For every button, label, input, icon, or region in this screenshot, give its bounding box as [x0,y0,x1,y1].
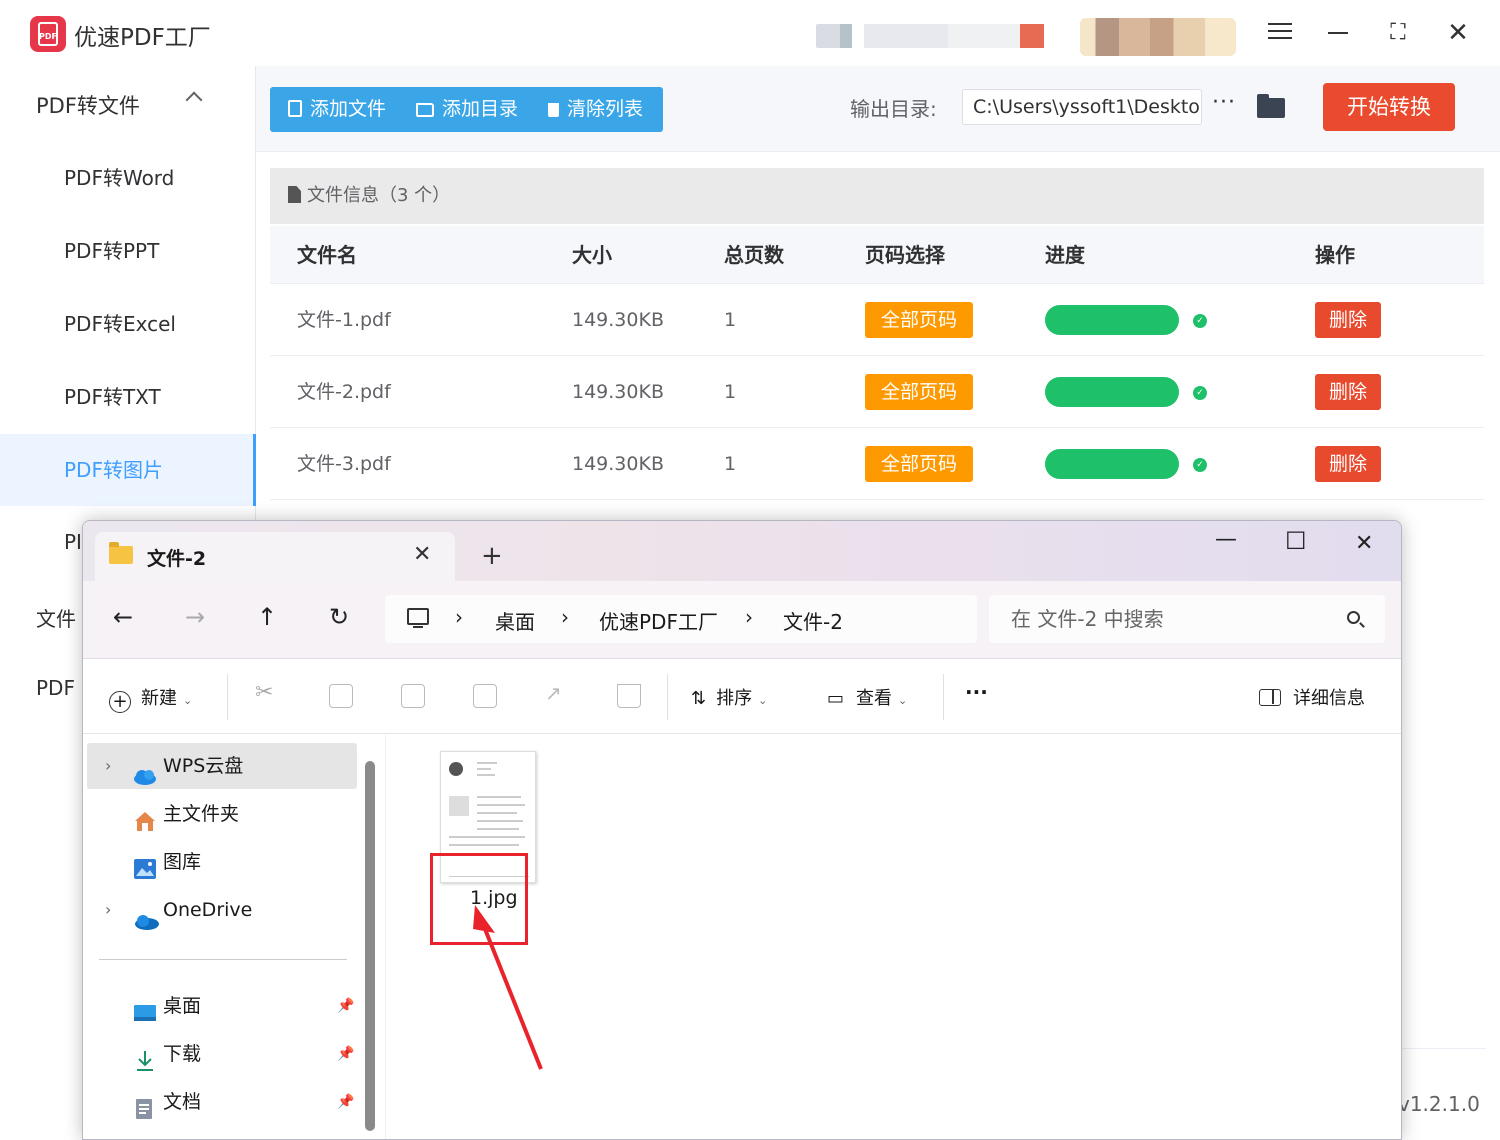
file-name: 文件-3.pdf [297,453,391,475]
progress-bar [1045,305,1179,335]
blurred-account-area [816,24,1056,48]
delete-button[interactable]: 删除 [1315,446,1381,482]
output-dir-input[interactable]: C:\Users\yssoft1\Desktop [962,89,1202,125]
col-header-progress: 进度 [1045,243,1085,267]
page-select-button[interactable]: 全部页码 [865,374,973,410]
page-select-button[interactable]: 全部页码 [865,302,973,338]
file-explorer-window: 文件-2 ✕ + — ☐ ✕ ← → ↑ ↻ › 桌面 › 优速PDF工厂 › … [82,520,1402,1140]
col-header-size: 大小 [572,243,612,267]
clear-list-button[interactable]: 清除列表 [548,87,643,132]
file-size: 149.30KB [572,309,664,331]
col-header-name: 文件名 [297,243,357,267]
sidebar-group-pdf-to-file[interactable]: PDF转文件 [36,90,140,120]
col-header-pages: 总页数 [724,243,784,267]
progress-bar [1045,377,1179,407]
check-icon: ✓ [1193,314,1207,328]
table-header: 文件名 大小 总页数 页码选择 进度 操作 [270,226,1484,284]
chevron-up-icon[interactable] [185,91,203,109]
document-icon [288,186,301,203]
col-header-page-select: 页码选择 [865,243,945,267]
add-directory-label: 添加目录 [442,98,519,120]
more-options-button[interactable]: ··· [1212,90,1236,115]
sidebar-item-pdf-to-txt[interactable]: PDF转TXT [0,361,256,433]
app-logo-icon: PDF [30,16,66,52]
sidebar-item-pdf-to-word[interactable]: PDF转Word [0,142,256,214]
folder-icon [416,103,434,117]
close-icon[interactable]: ✕ [1440,18,1476,48]
sidebar-item-partial[interactable]: PI [64,530,82,554]
sidebar-item-pdf-to-image[interactable]: PDF转图片 [0,434,256,506]
sidebar-item-pdf-to-ppt[interactable]: PDF转PPT [0,215,256,287]
app-titlebar: PDF 优速PDF工厂 ⛶ ✕ [0,0,1500,66]
file-info-title: 文件信息（3 个） [307,185,451,206]
table-row: 文件-1.pdf 149.30KB 1 全部页码 ✓ 删除 [270,284,1484,356]
file-size: 149.30KB [572,381,664,403]
open-folder-icon[interactable] [1257,94,1285,118]
app-title: 优速PDF工厂 [74,25,211,51]
file-name: 文件-1.pdf [297,309,391,331]
file-size: 149.30KB [572,453,664,475]
sidebar-item-pdf-to-excel[interactable]: PDF转Excel [0,288,256,360]
sidebar-group-partial[interactable]: PDF [36,676,75,700]
output-dir-label: 输出目录: [850,97,937,121]
file-action-buttons: 添加文件 添加目录 清除列表 [270,87,663,132]
col-header-action: 操作 [1315,243,1355,267]
file-name: 文件-2.pdf [297,381,391,403]
annotation-arrow [473,905,543,1070]
minimize-icon[interactable] [1320,18,1356,48]
table-row: 文件-3.pdf 149.30KB 1 全部页码 ✓ 删除 [270,428,1484,500]
file-pages: 1 [724,309,737,331]
file-pages: 1 [724,453,737,475]
add-directory-button[interactable]: 添加目录 [416,87,518,132]
divider [1400,1048,1486,1049]
add-file-label: 添加文件 [310,98,387,120]
check-icon: ✓ [1193,458,1207,472]
menu-icon[interactable] [1262,18,1298,48]
file-info-header: 文件信息（3 个） [270,168,1484,224]
page-select-button[interactable]: 全部页码 [865,446,973,482]
add-file-button[interactable]: 添加文件 [288,87,386,132]
version-label: v1.2.1.0 [1398,1092,1480,1116]
delete-button[interactable]: 删除 [1315,374,1381,410]
file-pages: 1 [724,381,737,403]
progress-bar [1045,449,1179,479]
clear-list-label: 清除列表 [567,98,644,120]
file-icon [288,100,302,117]
check-icon: ✓ [1193,386,1207,400]
delete-button[interactable]: 删除 [1315,302,1381,338]
table-row: 文件-2.pdf 149.30KB 1 全部页码 ✓ 删除 [270,356,1484,428]
blurred-avatar[interactable] [1080,18,1236,56]
fullscreen-icon[interactable]: ⛶ [1380,18,1416,48]
trash-icon [548,103,559,117]
start-convert-button[interactable]: 开始转换 [1323,83,1455,131]
sidebar-group-partial[interactable]: 文件 [36,603,76,632]
